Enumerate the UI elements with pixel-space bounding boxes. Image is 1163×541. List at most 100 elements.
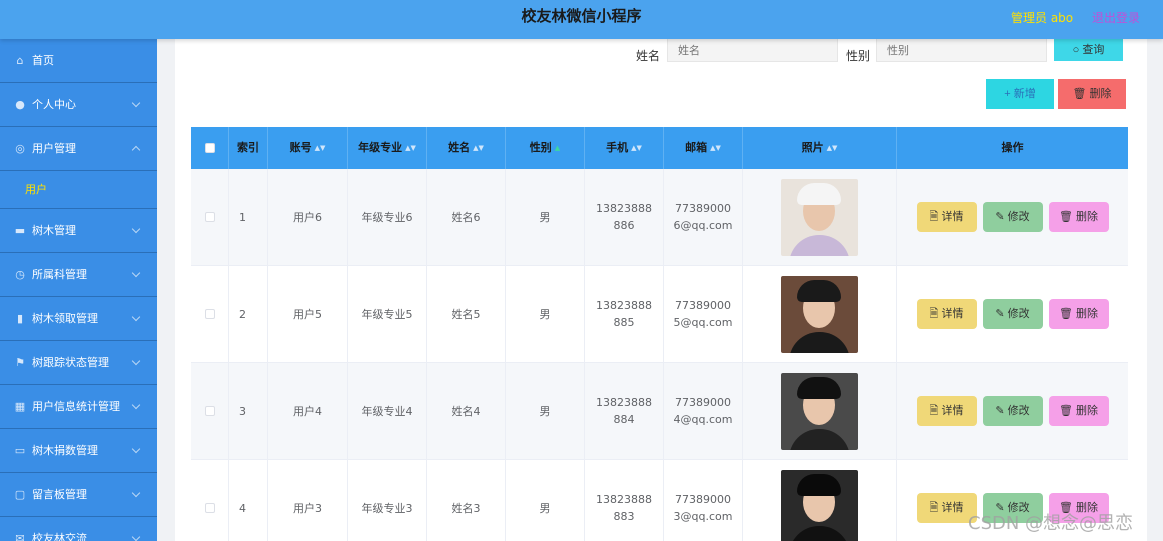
edit-button[interactable]: ✎ 修改 [982, 202, 1043, 232]
logout-link[interactable]: 退出登录 [1092, 9, 1140, 26]
table-row: 1 用户6 年级专业6 姓名6 男 13823888886 773890006@qq.com… [191, 169, 1128, 266]
top-bar: 校友林微信小程序 管理员 abo 退出登录 [0, 0, 1163, 39]
sidebar-item-0[interactable]: ⌂ 首页 [0, 39, 157, 83]
watermark: CSDN @想念@思恋 [968, 513, 1134, 534]
sidebar-item-7[interactable]: ▦ 用户信息统计管理 [0, 385, 157, 429]
select-all-checkbox[interactable] [204, 143, 215, 153]
add-button[interactable]: + 新增 [986, 79, 1054, 109]
user-photo[interactable] [781, 469, 858, 541]
cell-actions: 🗎 详情 ✎ 修改 🗑 删除 [897, 266, 1128, 362]
monitor-icon: ▭ [14, 444, 26, 457]
sidebar-item-label: 树木管理 [32, 224, 76, 237]
sort-icon[interactable]: ▲▼ [631, 127, 642, 169]
cell-account: 用户6 [268, 169, 348, 265]
header-email-label: 邮箱 [685, 141, 708, 154]
main-content: 姓名 性别 ○ 查询 + 新增 🗑 删除 索引 账号▲▼ 年级专业▲▼ 姓名▲▼… [157, 39, 1163, 541]
select-all-cell [191, 127, 229, 169]
sidebar-item-label: 树木捐数管理 [32, 444, 98, 457]
sidebar-item-3[interactable]: ▬ 树木管理 [0, 209, 157, 253]
query-button[interactable]: ○ 查询 [1054, 39, 1123, 61]
cell-gender: 男 [506, 169, 585, 265]
cell-major: 年级专业4 [348, 363, 427, 459]
sidebar-item-9[interactable]: ▢ 留言板管理 [0, 473, 157, 517]
user-photo[interactable] [781, 178, 858, 256]
cell-photo [743, 266, 897, 362]
chevron-icon [131, 532, 141, 541]
edit-button[interactable]: ✎ 修改 [982, 396, 1043, 426]
sidebar-item-label: 留言板管理 [32, 488, 87, 501]
cell-gender: 男 [506, 266, 585, 362]
cell-name: 姓名6 [427, 169, 506, 265]
header-account-label: 账号 [289, 141, 312, 154]
header-account[interactable]: 账号 ▲▼ [268, 127, 348, 169]
chevron-icon [131, 312, 141, 322]
user-photo[interactable] [781, 275, 858, 353]
detail-button[interactable]: 🗎 详情 [916, 202, 977, 232]
admin-username: 管理员 abo [1011, 11, 1074, 25]
table-body: 1 用户6 年级专业6 姓名6 男 13823888886 773890006@qq.com… [191, 169, 1128, 541]
delete-button[interactable]: 🗑 删除 [1058, 79, 1126, 109]
row-checkbox[interactable] [204, 406, 215, 416]
edit-button[interactable]: ✎ 修改 [982, 299, 1043, 329]
user-photo[interactable] [781, 372, 858, 450]
cell-major: 年级专业6 [348, 169, 427, 265]
detail-button[interactable]: 🗎 详情 [916, 396, 977, 426]
sidebar-item-label: 树跟踪状态管理 [32, 356, 109, 369]
cell-index: 4 [229, 460, 268, 541]
sidebar-item-5[interactable]: ▮ 树木领取管理 [0, 297, 157, 341]
sort-icon[interactable]: ▲▼ [315, 127, 326, 169]
row-checkbox[interactable] [204, 309, 215, 319]
content-card: 姓名 性别 ○ 查询 + 新增 🗑 删除 索引 账号▲▼ 年级专业▲▼ 姓名▲▼… [175, 39, 1147, 541]
header-major-label: 年级专业 [358, 141, 403, 154]
sidebar-subitem-users[interactable]: 用户 [0, 171, 157, 209]
header-name[interactable]: 姓名 ▲▼ [427, 127, 506, 169]
row-checkbox[interactable] [204, 503, 215, 513]
header-gender[interactable]: 性别 ▲ [506, 127, 585, 169]
cell-phone: 13823888884 [585, 363, 664, 459]
cell-email: 773890004@qq.com [664, 363, 743, 459]
circle-icon: ◎ [15, 142, 25, 155]
sidebar-item-label: 校友林交流 [32, 532, 87, 541]
row-checkbox[interactable] [204, 212, 215, 222]
cell-index: 1 [229, 169, 268, 265]
header-major[interactable]: 年级专业 ▲▼ [348, 127, 427, 169]
chevron-icon [131, 488, 141, 498]
row-delete-button[interactable]: 🗑 删除 [1048, 299, 1109, 329]
header-name-label: 姓名 [448, 141, 471, 154]
sort-icon[interactable]: ▲ [555, 127, 560, 169]
gender-search-label: 性别 [846, 49, 871, 63]
chevron-icon [131, 224, 141, 234]
row-delete-button[interactable]: 🗑 删除 [1048, 202, 1109, 232]
cell-account: 用户3 [268, 460, 348, 541]
cell-photo [743, 363, 897, 459]
sort-icon[interactable]: ▲▼ [827, 127, 838, 169]
sidebar-item-1[interactable]: ● 个人中心 [0, 83, 157, 127]
header-photo-label: 照片 [801, 141, 824, 154]
sort-icon[interactable]: ▲▼ [710, 127, 721, 169]
sidebar-item-4[interactable]: ◷ 所属科管理 [0, 253, 157, 297]
sidebar-item-6[interactable]: ⚑ 树跟踪状态管理 [0, 341, 157, 385]
header-photo[interactable]: 照片 ▲▼ [743, 127, 897, 169]
sort-icon[interactable]: ▲▼ [405, 127, 416, 169]
chat-icon: ▢ [14, 488, 26, 501]
cell-actions: 🗎 详情 ✎ 修改 🗑 删除 [897, 169, 1128, 265]
sidebar-item-label: 首页 [32, 54, 54, 67]
sidebar-item-10[interactable]: ✉ 校友林交流 [0, 517, 157, 541]
cell-index: 2 [229, 266, 268, 362]
cell-gender: 男 [506, 363, 585, 459]
sidebar-item-8[interactable]: ▭ 树木捐数管理 [0, 429, 157, 473]
name-search-input[interactable] [667, 39, 838, 62]
header-actions: 操作 [897, 127, 1128, 169]
header-phone[interactable]: 手机 ▲▼ [585, 127, 664, 169]
gender-search-input[interactable] [876, 39, 1047, 62]
header-email[interactable]: 邮箱 ▲▼ [664, 127, 743, 169]
detail-button[interactable]: 🗎 详情 [916, 299, 977, 329]
sidebar-item-2[interactable]: ◎ 用户管理 [0, 127, 157, 171]
cell-account: 用户5 [268, 266, 348, 362]
header-gender-label: 性别 [529, 141, 552, 154]
sidebar-item-label: 用户信息统计管理 [32, 400, 120, 413]
cell-phone: 13823888886 [585, 169, 664, 265]
row-delete-button[interactable]: 🗑 删除 [1048, 396, 1109, 426]
sort-icon[interactable]: ▲▼ [473, 127, 484, 169]
user-table: 索引 账号 ▲▼ 年级专业 ▲▼ 姓名 ▲▼ 性别 ▲ 手机 ▲▼ 邮箱 ▲▼ 照片 ▲▼ 操… [191, 127, 1128, 541]
